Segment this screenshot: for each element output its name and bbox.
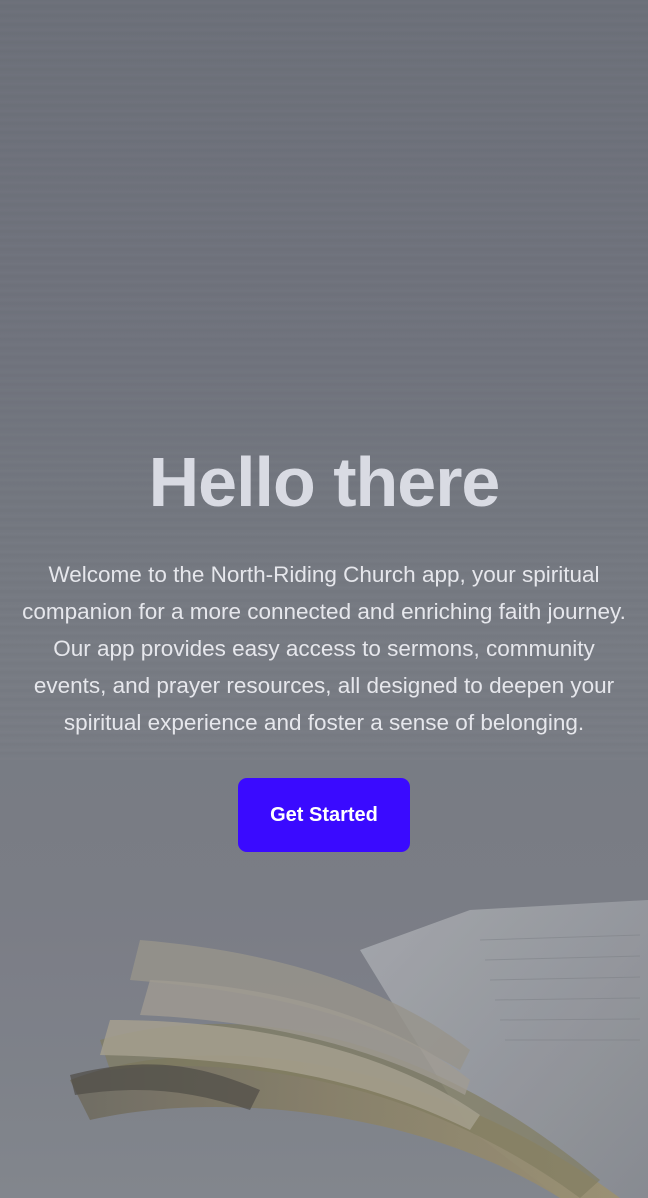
page-title: Hello there xyxy=(148,443,501,521)
welcome-description: Welcome to the North-Riding Church app, … xyxy=(22,562,626,735)
hero-content: Hello there Welcome to the North-Riding … xyxy=(0,440,648,852)
hero-section: Hello there Welcome to the North-Riding … xyxy=(0,0,648,1198)
get-started-button[interactable]: Get Started xyxy=(238,778,410,852)
